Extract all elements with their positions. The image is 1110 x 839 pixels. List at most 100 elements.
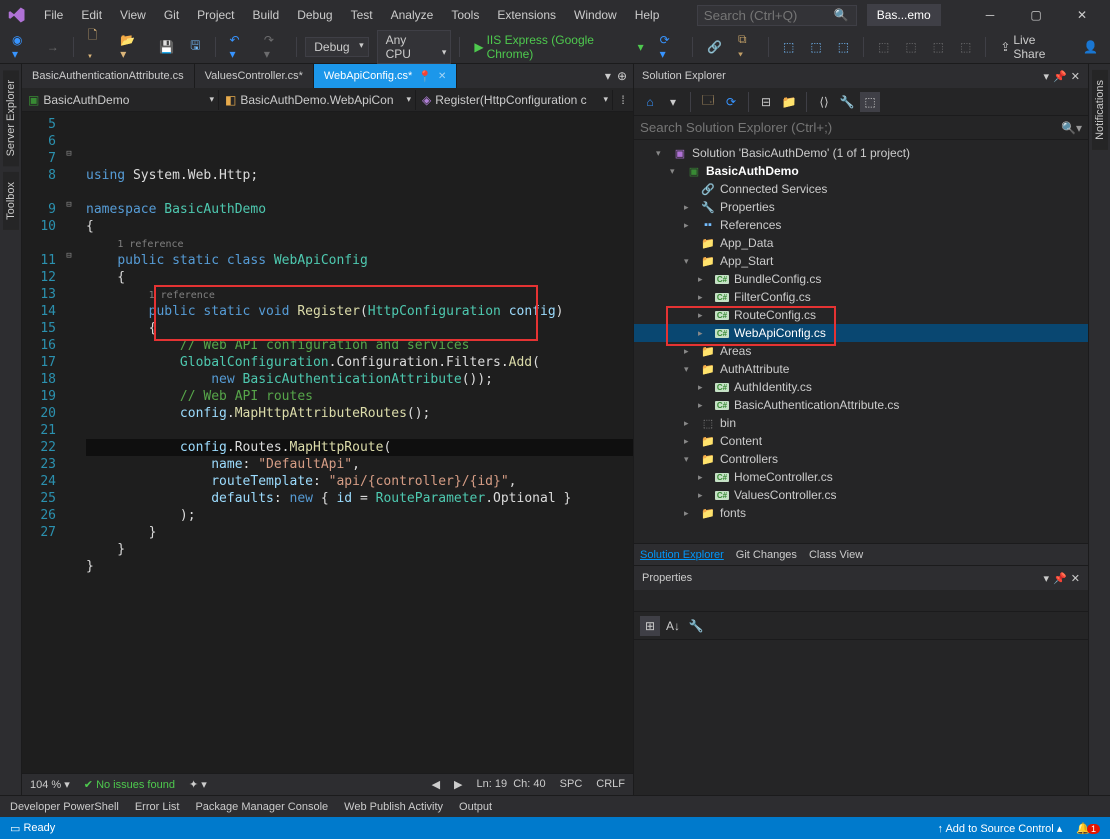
expand-icon[interactable]: ▸ [684, 202, 696, 213]
panel-dropdown[interactable]: ▾ [1044, 70, 1050, 83]
tree-node[interactable]: ▸C#ValuesController.cs [634, 486, 1088, 504]
props-dropdown[interactable]: ▾ [1044, 572, 1050, 585]
bottom-tab[interactable]: Package Manager Console [195, 801, 328, 813]
tab-pin-button[interactable]: ⊕ [617, 69, 627, 83]
menu-git[interactable]: Git [156, 4, 187, 26]
format-button-1[interactable]: ⬚ [777, 37, 800, 57]
format-button-3[interactable]: ⬚ [832, 37, 855, 57]
tree-node[interactable]: ▾📁Controllers [634, 450, 1088, 468]
nav-project-combo[interactable]: ▣BasicAuthDemo [22, 90, 219, 110]
right-tab-notifications[interactable]: Notifications [1092, 70, 1108, 150]
expand-icon[interactable]: ▾ [684, 256, 696, 267]
left-tab-server-explorer[interactable]: Server Explorer [3, 70, 19, 166]
tree-node[interactable]: ▸C#AuthIdentity.cs [634, 378, 1088, 396]
doc-tab[interactable]: BasicAuthenticationAttribute.cs [22, 64, 195, 88]
explorer-tab[interactable]: Git Changes [736, 549, 797, 561]
tree-node[interactable]: ▸C#HomeController.cs [634, 468, 1088, 486]
solution-name-pill[interactable]: Bas...emo [867, 4, 941, 26]
expand-icon[interactable]: ▸ [698, 310, 710, 321]
menu-project[interactable]: Project [189, 4, 242, 26]
code-area[interactable]: 5678910111213141516171819202122232425262… [22, 112, 633, 773]
nav-member-combo[interactable]: ◈Register(HttpConfiguration c [416, 90, 613, 110]
explorer-search[interactable]: 🔍▾ [634, 116, 1088, 140]
minimize-button[interactable]: ─ [970, 8, 1010, 22]
menu-extensions[interactable]: Extensions [489, 4, 564, 26]
doc-tab[interactable]: WebApiConfig.cs*📍✕ [314, 64, 458, 88]
split-editor-button[interactable]: ⁞ [613, 93, 633, 107]
preview-button[interactable]: ⟨⟩ [814, 92, 834, 112]
menu-tools[interactable]: Tools [443, 4, 487, 26]
tree-node[interactable]: ▾▣BasicAuthDemo [634, 162, 1088, 180]
hscroll-left[interactable]: ◀ [432, 778, 440, 791]
nav-fwd-button[interactable]: → [41, 37, 65, 57]
tree-node[interactable]: ▸C#BundleConfig.cs [634, 270, 1088, 288]
properties-grid[interactable] [634, 640, 1088, 795]
tree-node[interactable]: ▸C#BasicAuthenticationAttribute.cs [634, 396, 1088, 414]
nav-class-combo[interactable]: ◧BasicAuthDemo.WebApiCon [219, 90, 416, 110]
tree-node[interactable]: ▸📁fonts [634, 504, 1088, 522]
close-button[interactable]: ✕ [1062, 8, 1102, 22]
tree-node[interactable]: ▾📁App_Start [634, 252, 1088, 270]
collapse-all-button[interactable]: ⊟ [756, 92, 776, 112]
ext-button[interactable]: ⧉ ▾ [732, 29, 760, 65]
expand-icon[interactable]: ▸ [684, 418, 696, 429]
tree-node[interactable]: ▾📁AuthAttribute [634, 360, 1088, 378]
props-wrench-button[interactable]: 🔧 [686, 616, 706, 636]
panel-close[interactable]: ✕ [1071, 70, 1080, 83]
save-all-button[interactable]: 🖫 [184, 33, 206, 60]
issues-status[interactable]: ✔ No issues found [84, 778, 175, 791]
expand-icon[interactable]: ▸ [698, 472, 710, 483]
quick-search[interactable]: 🔍 [697, 5, 857, 26]
redo-button[interactable]: ↷ ▾ [258, 30, 288, 64]
sync-button[interactable]: ⟳ [721, 92, 741, 112]
tree-node[interactable]: ▸C#RouteConfig.cs [634, 306, 1088, 324]
alphabetical-button[interactable]: A↓ [663, 616, 683, 636]
menu-view[interactable]: View [112, 4, 154, 26]
format-button-6[interactable]: ⬚ [927, 37, 950, 57]
menu-file[interactable]: File [36, 4, 71, 26]
format-button-2[interactable]: ⬚ [804, 37, 827, 57]
bottom-tab[interactable]: Output [459, 801, 492, 813]
expand-icon[interactable]: ▾ [670, 166, 682, 177]
expand-icon[interactable]: ▸ [698, 490, 710, 501]
refresh-button[interactable]: ⟳ ▾ [654, 30, 684, 64]
format-button-5[interactable]: ⬚ [899, 37, 922, 57]
tree-node[interactable]: ▸🔧Properties [634, 198, 1088, 216]
expand-icon[interactable]: ▾ [684, 364, 696, 375]
show-all-button[interactable]: 📁 [779, 92, 799, 112]
undo-button[interactable]: ↶ ▾ [223, 30, 253, 64]
feedback-button[interactable]: 👤 [1077, 37, 1104, 57]
eol-mode[interactable]: CRLF [596, 778, 625, 791]
tree-node[interactable]: ▸⬚bin [634, 414, 1088, 432]
tree-node[interactable]: ▸▪▪References [634, 216, 1088, 234]
platform-combo[interactable]: Any CPU [377, 30, 452, 64]
zoom-combo[interactable]: 104 % ▾ [30, 778, 70, 791]
menu-window[interactable]: Window [566, 4, 625, 26]
indent-mode[interactable]: SPC [560, 778, 583, 791]
properties-button[interactable]: 🔧 [837, 92, 857, 112]
nav-back-button[interactable]: ◉ ▾ [6, 30, 37, 64]
config-combo[interactable]: Debug [305, 37, 368, 57]
expand-icon[interactable]: ▸ [698, 382, 710, 393]
expand-icon[interactable]: ▸ [684, 508, 696, 519]
explorer-search-input[interactable] [640, 120, 1061, 135]
panel-pin[interactable]: 📌 [1053, 70, 1067, 83]
pin-icon[interactable]: 📍 [418, 70, 432, 83]
fold-gutter[interactable]: ⊟⊟⊟ [62, 112, 76, 773]
hscroll-right[interactable]: ▶ [454, 778, 462, 791]
save-button[interactable]: 💾 [153, 37, 180, 57]
left-tab-toolbox[interactable]: Toolbox [3, 172, 19, 230]
view-code-button[interactable]: ⬚ [860, 92, 880, 112]
home-button[interactable]: ⌂ [640, 92, 660, 112]
code-content[interactable]: using System.Web.Http;namespace BasicAut… [76, 112, 633, 773]
pending-changes-button[interactable]: 🗔 [698, 92, 718, 112]
props-close[interactable]: ✕ [1071, 572, 1080, 585]
source-control-button[interactable]: ↑ Add to Source Control ▴ [938, 822, 1063, 835]
tree-node[interactable]: ▾▣Solution 'BasicAuthDemo' (1 of 1 proje… [634, 144, 1088, 162]
tree-node[interactable]: ▸C#WebApiConfig.cs [634, 324, 1088, 342]
live-share-button[interactable]: ⇪ Live Share [994, 30, 1073, 64]
expand-icon[interactable]: ▸ [698, 328, 710, 339]
tree-node[interactable]: ▸C#FilterConfig.cs [634, 288, 1088, 306]
tab-overflow-button[interactable]: ▾ [605, 69, 611, 83]
expand-icon[interactable]: ▸ [684, 220, 696, 231]
